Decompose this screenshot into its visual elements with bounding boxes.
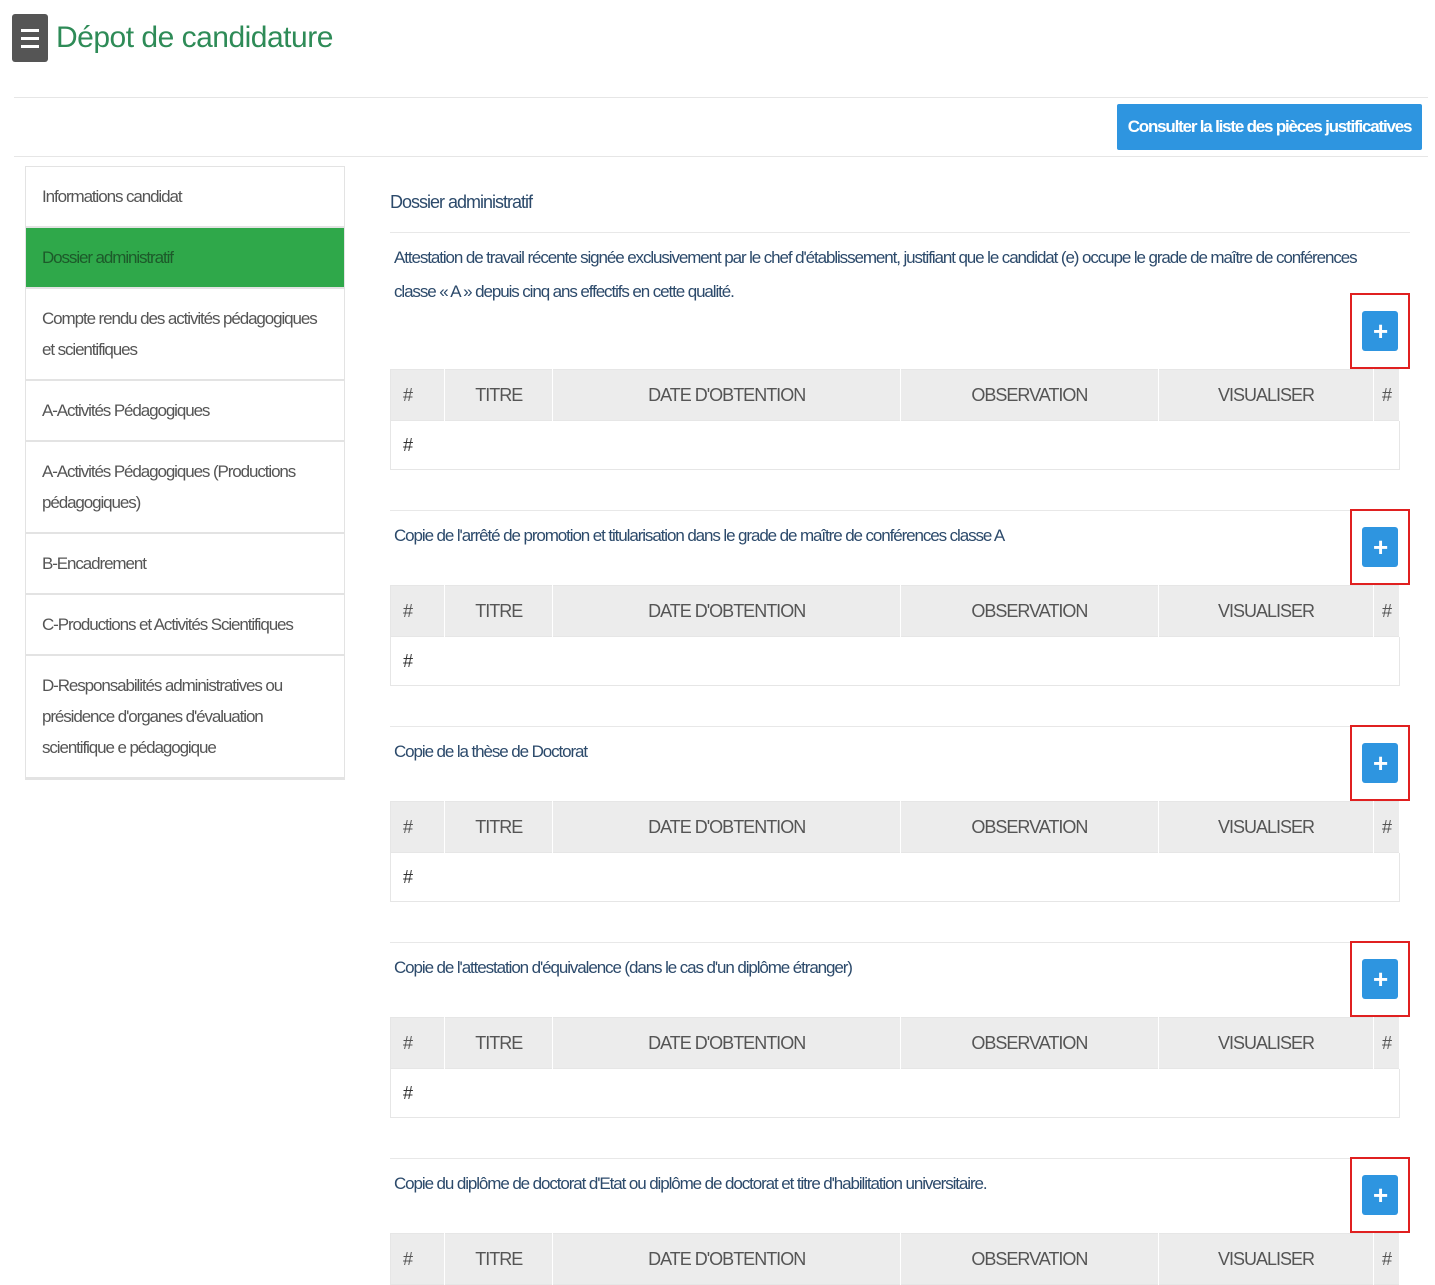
table-row: # — [390, 852, 1400, 902]
table-row: # — [390, 420, 1400, 470]
column-header: OBSERVATION — [900, 801, 1160, 853]
column-header: VISUALISER — [1158, 1233, 1374, 1285]
add-document-highlight: + — [1350, 941, 1410, 1017]
column-header: # — [390, 585, 445, 637]
document-label: Copie du diplôme de doctorat d'Etat ou d… — [394, 1174, 988, 1193]
document-label: Copie de la thèse de Doctorat — [394, 742, 588, 761]
documents-table: # TITRE DATE D'OBTENTION OBSERVATION VISUALI… — [390, 1233, 1401, 1285]
document-section-header: Attestation de travail récente signée ex… — [390, 232, 1410, 369]
table-header-row: # TITRE DATE D'OBTENTION OBSERVATION VISUALI… — [390, 1017, 1401, 1069]
column-header: TITRE — [444, 369, 554, 421]
sidebar-item-productions-scientifiques[interactable]: C-Productions et Activités Scientifiques — [26, 595, 344, 656]
plus-icon[interactable]: + — [1362, 311, 1398, 351]
add-document-highlight: + — [1350, 1157, 1410, 1233]
add-document-highlight: + — [1350, 293, 1410, 369]
sidebar-item-productions-pedagogiques[interactable]: A-Activités Pédagogiques (Productions pé… — [26, 442, 344, 534]
table-header-row: # TITRE DATE D'OBTENTION OBSERVATION VISUALI… — [390, 369, 1401, 421]
documents-table: # TITRE DATE D'OBTENTION OBSERVATION VISUALI… — [390, 801, 1401, 902]
column-header: # — [1373, 1017, 1401, 1069]
column-header: OBSERVATION — [900, 369, 1160, 421]
sidebar-item-informations-candidat[interactable]: Informations candidat — [26, 167, 344, 228]
main-content: Dossier administratif Attestation de tra… — [390, 180, 1410, 1285]
column-header: # — [390, 1017, 445, 1069]
table-row: # — [390, 1068, 1400, 1118]
document-section-header: Copie du diplôme de doctorat d'Etat ou d… — [390, 1157, 1410, 1233]
column-header: DATE D'OBTENTION — [552, 1017, 901, 1069]
document-section-header: Copie de la thèse de Doctorat + — [390, 725, 1410, 801]
document-section-header: Copie de l'attestation d'équivalence (da… — [390, 941, 1410, 1017]
sidebar-item-compte-rendu[interactable]: Compte rendu des activités pédagogiques … — [26, 289, 344, 381]
sidebar-item-encadrement[interactable]: B-Encadrement — [26, 534, 344, 595]
column-header: TITRE — [444, 801, 554, 853]
table-row: # — [390, 636, 1400, 686]
plus-icon[interactable]: + — [1362, 743, 1398, 783]
column-header: DATE D'OBTENTION — [552, 1233, 901, 1285]
column-header: # — [1373, 369, 1401, 421]
table-header-row: # TITRE DATE D'OBTENTION OBSERVATION VISUALI… — [390, 1233, 1401, 1285]
column-header: DATE D'OBTENTION — [552, 585, 901, 637]
document-label: Copie de l'arrêté de promotion et titula… — [394, 526, 1005, 545]
column-header: DATE D'OBTENTION — [552, 369, 901, 421]
column-header: # — [390, 369, 445, 421]
section-title: Dossier administratif — [390, 192, 533, 212]
page-title: Dépot de candidature — [56, 21, 333, 54]
column-header: # — [1373, 801, 1401, 853]
table-cell: # — [390, 1068, 1400, 1118]
toolbar: Consulter la liste des pièces justificat… — [14, 97, 1428, 157]
document-section-diplome-doctorat: Copie du diplôme de doctorat d'Etat ou d… — [390, 1157, 1410, 1285]
column-header: OBSERVATION — [900, 1233, 1160, 1285]
column-header: VISUALISER — [1158, 585, 1374, 637]
column-header: # — [390, 1233, 445, 1285]
table-cell: # — [390, 420, 1400, 470]
document-label: Attestation de travail récente signée ex… — [394, 248, 1358, 301]
table-header-row: # TITRE DATE D'OBTENTION OBSERVATION VISUALI… — [390, 585, 1401, 637]
column-header: # — [1373, 1233, 1401, 1285]
sidebar-item-responsabilites[interactable]: D-Responsabilités administratives ou pré… — [26, 656, 344, 779]
table-header-row: # TITRE DATE D'OBTENTION OBSERVATION VISUALI… — [390, 801, 1401, 853]
column-header: VISUALISER — [1158, 801, 1374, 853]
documents-table: # TITRE DATE D'OBTENTION OBSERVATION VISUALI… — [390, 369, 1401, 470]
document-section-header: Copie de l'arrêté de promotion et titula… — [390, 509, 1410, 585]
document-section-attestation-travail: Attestation de travail récente signée ex… — [390, 232, 1410, 470]
add-document-highlight: + — [1350, 509, 1410, 585]
sidebar-item-activites-pedagogiques[interactable]: A-Activités Pédagogiques — [26, 381, 344, 442]
document-section-attestation-equivalence: Copie de l'attestation d'équivalence (da… — [390, 941, 1410, 1118]
column-header: OBSERVATION — [900, 1017, 1160, 1069]
document-label: Copie de l'attestation d'équivalence (da… — [394, 958, 853, 977]
page-header: Dépot de candidature — [12, 13, 333, 63]
sidebar: Informations candidat Dossier administra… — [25, 166, 345, 780]
plus-icon[interactable]: + — [1362, 527, 1398, 567]
menu-icon[interactable] — [12, 14, 48, 62]
column-header: TITRE — [444, 1017, 554, 1069]
column-header: # — [1373, 585, 1401, 637]
document-section-arrete-promotion: Copie de l'arrêté de promotion et titula… — [390, 509, 1410, 686]
column-header: TITRE — [444, 585, 554, 637]
table-cell: # — [390, 636, 1400, 686]
column-header: VISUALISER — [1158, 1017, 1374, 1069]
column-header: VISUALISER — [1158, 369, 1374, 421]
plus-icon[interactable]: + — [1362, 1175, 1398, 1215]
column-header: TITRE — [444, 1233, 554, 1285]
column-header: # — [390, 801, 445, 853]
add-document-highlight: + — [1350, 725, 1410, 801]
documents-table: # TITRE DATE D'OBTENTION OBSERVATION VISUALI… — [390, 1017, 1401, 1118]
sidebar-item-dossier-administratif[interactable]: Dossier administratif — [26, 228, 344, 289]
pieces-justificatives-button[interactable]: Consulter la liste des pièces justificat… — [1117, 104, 1422, 150]
document-section-these-doctorat: Copie de la thèse de Doctorat + # TITRE DATE… — [390, 725, 1410, 902]
column-header: DATE D'OBTENTION — [552, 801, 901, 853]
documents-table: # TITRE DATE D'OBTENTION OBSERVATION VISUALI… — [390, 585, 1401, 686]
column-header: OBSERVATION — [900, 585, 1160, 637]
table-cell: # — [390, 852, 1400, 902]
plus-icon[interactable]: + — [1362, 959, 1398, 999]
